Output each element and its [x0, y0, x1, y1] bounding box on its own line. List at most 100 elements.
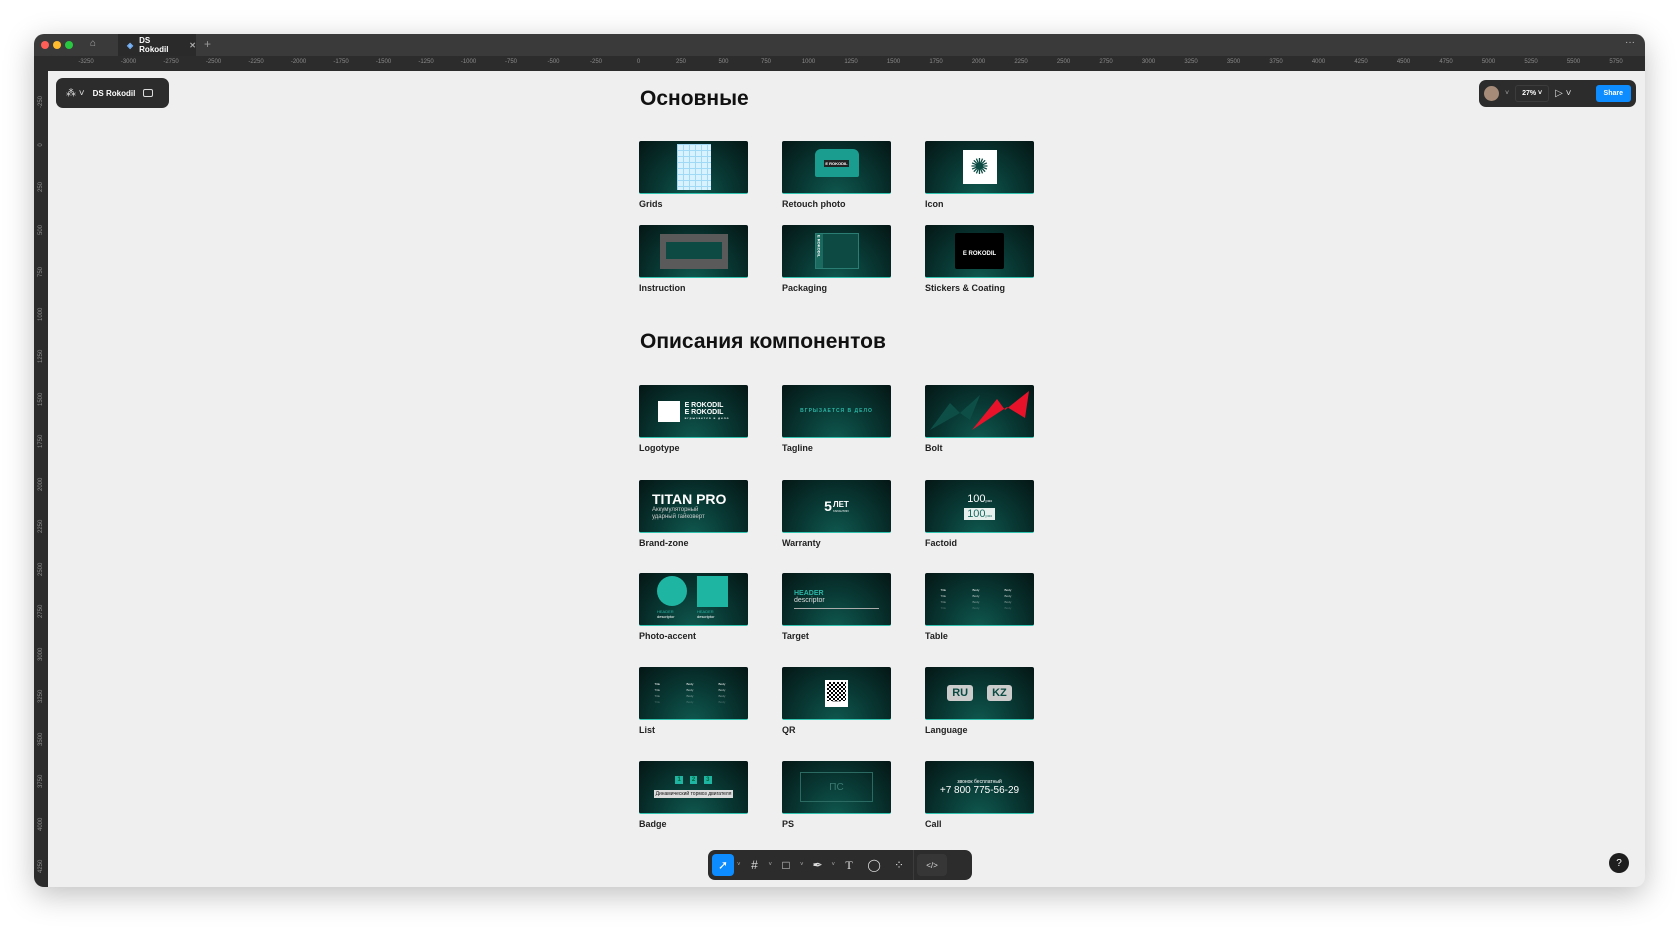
- new-tab-icon[interactable]: +: [204, 37, 211, 51]
- cell: Title: [654, 694, 661, 698]
- thumbnail-icon[interactable]: ✺: [925, 141, 1034, 194]
- ruler-tick-label: 3250: [38, 689, 44, 703]
- cell: Body: [972, 588, 980, 592]
- factoid-unit: раз: [985, 497, 992, 503]
- thumbnail-instruction[interactable]: [639, 225, 748, 278]
- thumbnail-label[interactable]: Badge: [639, 819, 667, 829]
- thumbnail-target[interactable]: HEADER descriptor: [782, 573, 891, 626]
- brand-title: TITAN PRO: [652, 491, 727, 508]
- thumbnail-label[interactable]: Retouch photo: [782, 199, 846, 209]
- tab-ds-rokodil[interactable]: ◈ DS Rokodil ✕: [118, 34, 196, 56]
- brand-text: E ROKODIL: [815, 234, 823, 268]
- cell: Body: [686, 682, 694, 686]
- zoom-select[interactable]: 27% ˅: [1515, 85, 1550, 102]
- thumbnail-tagline[interactable]: ВГРЫЗАЕТСЯ В ДЕЛО: [782, 385, 891, 438]
- grid-preview: [676, 144, 711, 190]
- help-button[interactable]: ?: [1609, 853, 1629, 873]
- ruler-tick-label: 5750: [1609, 59, 1623, 65]
- ruler-tick-label: 5250: [1524, 59, 1538, 65]
- thumbnail-label[interactable]: Tagline: [782, 443, 813, 453]
- close-window-button[interactable]: [41, 41, 49, 49]
- ruler-tick-label: 3250: [1184, 59, 1198, 65]
- thumbnail-label[interactable]: Brand-zone: [639, 538, 689, 548]
- minimize-window-button[interactable]: [53, 41, 61, 49]
- close-tab-icon[interactable]: ✕: [189, 41, 196, 50]
- thumbnail-logotype[interactable]: E ROKODIL E ROKODIL вгрызается в дело: [639, 385, 748, 438]
- brand-text: E ROKODIL: [684, 402, 724, 409]
- thumbnail-packaging[interactable]: E ROKODIL: [782, 225, 891, 278]
- thumbnail-factoid[interactable]: 100 раз 100 раз: [925, 480, 1034, 533]
- horizontal-ruler[interactable]: -3250 -3000 -2750 -2500 -2250 -2000 -1750 -1500…: [34, 56, 1645, 71]
- home-icon[interactable]: ⌂: [90, 38, 96, 49]
- cell: Body: [718, 682, 726, 686]
- more-icon[interactable]: ···: [1625, 37, 1635, 48]
- thumbnail-stickers-coating[interactable]: E ROKODIL: [925, 225, 1034, 278]
- thumbnail-label[interactable]: Table: [925, 631, 948, 641]
- comment-tool-icon[interactable]: ◯: [863, 854, 885, 876]
- pen-tool-icon[interactable]: ✒: [807, 854, 829, 876]
- ruler-tick-label: 3500: [38, 732, 44, 746]
- thumbnail-language[interactable]: RU KZ: [925, 667, 1034, 720]
- avatar[interactable]: [1484, 86, 1499, 101]
- tagline-text: ВГРЫЗАЕТСЯ В ДЕЛО: [800, 408, 873, 414]
- thumbnail-label[interactable]: QR: [782, 725, 796, 735]
- thumbnail-retouch-photo[interactable]: E ROKODIL: [782, 141, 891, 194]
- thumbnail-label[interactable]: List: [639, 725, 655, 735]
- vertical-ruler[interactable]: -250 0 250 500 750 1000 1250 1500 1750 2000 2250 25…: [34, 71, 48, 887]
- thumbnail-label[interactable]: Photo-accent: [639, 631, 696, 641]
- thumbnail-label[interactable]: Icon: [925, 199, 944, 209]
- thumbnail-bolt[interactable]: [925, 385, 1034, 438]
- ruler-tick-label: 2250: [38, 519, 44, 533]
- thumbnail-label[interactable]: Factoid: [925, 538, 957, 548]
- chevron-down-icon[interactable]: ˅: [1505, 90, 1509, 97]
- ruler-tick-label: -250: [589, 59, 603, 65]
- ruler-tick-label: 4500: [1396, 59, 1411, 65]
- warranty-number: 5: [824, 498, 832, 514]
- thumbnail-table[interactable]: Title Body Body Title Body Body Title Body Body T…: [925, 573, 1034, 626]
- dev-mode-icon[interactable]: </>: [917, 854, 948, 876]
- file-name[interactable]: DS Rokodil: [93, 89, 136, 98]
- ruler-tick-label: 250: [38, 182, 44, 193]
- move-tool-icon[interactable]: ➚: [712, 854, 734, 876]
- thumbnail-label[interactable]: Warranty: [782, 538, 821, 548]
- thumbnail-label[interactable]: PS: [782, 819, 794, 829]
- thumbnail-badge[interactable]: 1 2 3 Динамический тормоз двигателя: [639, 761, 748, 814]
- thumbnail-ps[interactable]: ПС: [782, 761, 891, 814]
- thumbnail-photo-accent[interactable]: HEADER descriptor HEADER descriptor: [639, 573, 748, 626]
- thumbnail-label[interactable]: Target: [782, 631, 809, 641]
- share-button[interactable]: Share: [1595, 85, 1631, 102]
- maximize-window-button[interactable]: [65, 41, 73, 49]
- language-kz: KZ: [987, 685, 1012, 701]
- text-tool-icon[interactable]: T: [838, 854, 860, 876]
- thumbnail-qr[interactable]: rokodil.ru: [782, 667, 891, 720]
- app-window: ⌂ ◈ DS Rokodil ✕ + ··· -3250 -3000 -2750 -2…: [34, 34, 1645, 887]
- sidebar-toggle-icon[interactable]: [143, 89, 154, 97]
- figma-menu-icon[interactable]: ⁂ ˅: [66, 88, 85, 99]
- thumbnail-label[interactable]: Call: [925, 819, 942, 829]
- ruler-tick-label: -3000: [120, 59, 137, 65]
- thumbnail-warranty[interactable]: 5 ЛЕТ ГАРАНТИИ: [782, 480, 891, 533]
- frame-tool-icon[interactable]: #: [744, 854, 766, 876]
- zoom-value: 27%: [1522, 90, 1537, 97]
- ruler-tick-label: 1250: [38, 349, 44, 363]
- present-icon[interactable]: ▷ ˅: [1555, 88, 1571, 99]
- thumbnail-list[interactable]: Title Body Body Title Body Body Title Body Body T…: [639, 667, 748, 720]
- logo-mark: [657, 400, 680, 422]
- thumbnail-label[interactable]: Bolt: [925, 443, 943, 453]
- ruler-tick-label: 250: [675, 59, 687, 65]
- cell: Body: [972, 600, 980, 604]
- thumbnail-brand-zone[interactable]: TITAN PRO Аккумуляторный ударный гайковер…: [639, 480, 748, 533]
- number-badge: 3: [704, 776, 712, 784]
- thumbnail-call[interactable]: звонок бесплатный +7 800 775-56-29: [925, 761, 1034, 814]
- thumbnail-label[interactable]: Logotype: [639, 443, 680, 453]
- ruler-tick-label: 0: [636, 59, 641, 65]
- thumbnail-label[interactable]: Language: [925, 725, 968, 735]
- thumbnail-label[interactable]: Instruction: [639, 283, 686, 293]
- thumbnail-label[interactable]: Stickers & Coating: [925, 283, 1005, 293]
- file-panel: ⁂ ˅ DS Rokodil: [56, 78, 169, 108]
- thumbnail-label[interactable]: Packaging: [782, 283, 827, 293]
- rectangle-tool-icon[interactable]: □: [775, 854, 797, 876]
- components-tool-icon[interactable]: ⁘: [888, 854, 910, 876]
- thumbnail-grids[interactable]: [639, 141, 748, 194]
- thumbnail-label[interactable]: Grids: [639, 199, 663, 209]
